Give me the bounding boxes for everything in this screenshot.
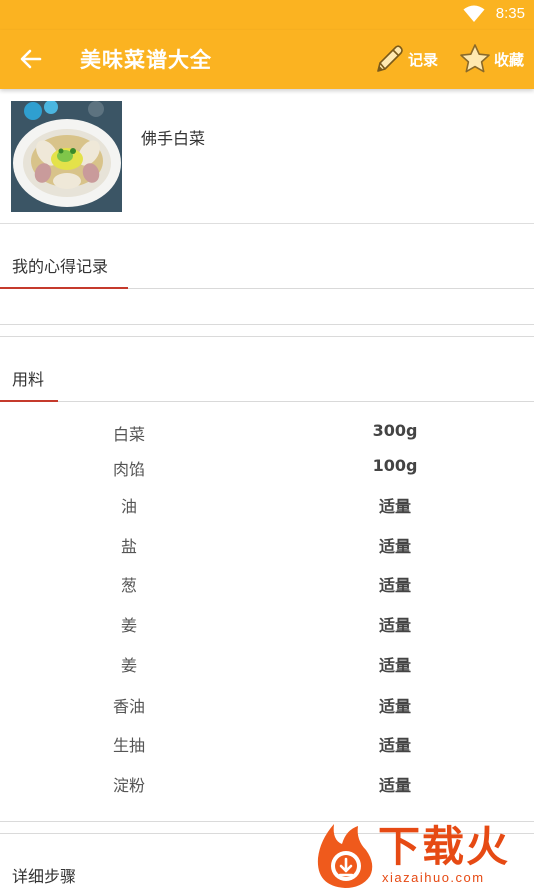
ingredient-row: 盐 适量 — [0, 533, 534, 563]
tab-ingredients[interactable]: 用料 — [0, 337, 534, 402]
dish-name: 佛手白菜 — [141, 129, 206, 148]
back-button[interactable] — [14, 44, 48, 74]
ingredient-name: 生抽 — [112, 736, 145, 755]
ingredient-amount: 适量 — [378, 736, 411, 755]
tab-ingredients-label: 用料 — [12, 370, 45, 389]
favorite-label: 收藏 — [494, 50, 525, 69]
pencil-icon — [377, 45, 403, 72]
ingredient-row: 葱 适量 — [0, 572, 534, 602]
tab-my-notes[interactable]: 我的心得记录 — [0, 224, 534, 289]
watermark-text: 下载火 — [378, 822, 511, 871]
status-time: 8:35 — [495, 5, 525, 22]
ingredient-name: 姜 — [120, 616, 137, 635]
tab-steps-label[interactable]: 详细步骤 — [12, 863, 76, 887]
wifi-icon — [463, 5, 485, 22]
status-bar: 8:35 — [0, 0, 534, 30]
ingredient-name: 油 — [120, 497, 137, 516]
ingredient-name: 肉馅 — [112, 460, 145, 479]
ingredient-row: 姜 适量 — [0, 612, 534, 642]
ingredient-amount: 适量 — [378, 656, 411, 675]
dish-photo[interactable] — [11, 101, 122, 212]
ingredient-amount: 适量 — [378, 776, 411, 795]
ingredient-row: 香油 适量 — [0, 693, 534, 723]
ingredient-name: 香油 — [112, 697, 145, 716]
ingredient-row: 生抽 适量 — [0, 732, 534, 762]
record-button[interactable]: 记录 — [372, 41, 438, 77]
ingredient-row: 油 适量 — [0, 493, 534, 523]
ingredient-row: 姜 适量 — [0, 652, 534, 682]
ingredient-row: 肉馅 100g — [0, 456, 534, 486]
ingredient-name: 盐 — [120, 537, 137, 556]
app-bar: 美味菜谱大全 记录 收藏 — [0, 30, 534, 89]
ingredient-amount: 300g — [372, 421, 418, 440]
tab-indicator — [0, 400, 58, 402]
divider — [0, 324, 534, 325]
ingredient-amount: 适量 — [378, 537, 411, 556]
ingredient-name: 淀粉 — [112, 776, 145, 795]
watermark-url: xiazaihuo.com — [382, 870, 485, 885]
ingredient-amount: 100g — [372, 456, 418, 475]
star-icon — [460, 44, 490, 73]
ingredient-row: 白菜 300g — [0, 421, 534, 451]
arrow-back-icon — [20, 49, 42, 69]
ingredient-name: 姜 — [120, 656, 137, 675]
favorite-button[interactable]: 收藏 — [458, 41, 524, 77]
ingredient-amount: 适量 — [378, 497, 411, 516]
ingredient-row: 淀粉 适量 — [0, 772, 534, 802]
ingredient-amount: 适量 — [378, 576, 411, 595]
record-label: 记录 — [408, 50, 439, 69]
ingredient-amount: 适量 — [378, 697, 411, 716]
dish-header: 佛手白菜 — [0, 89, 534, 224]
flame-download-icon — [317, 824, 373, 888]
watermark-logo: 下载火 xiazaihuo.com — [312, 820, 534, 890]
ingredient-amount: 适量 — [378, 616, 411, 635]
ingredient-name: 葱 — [120, 576, 137, 595]
tab-indicator — [0, 287, 128, 289]
app-title: 美味菜谱大全 — [80, 48, 212, 72]
ingredient-name: 白菜 — [112, 425, 145, 444]
tab-my-notes-label: 我的心得记录 — [12, 257, 109, 276]
